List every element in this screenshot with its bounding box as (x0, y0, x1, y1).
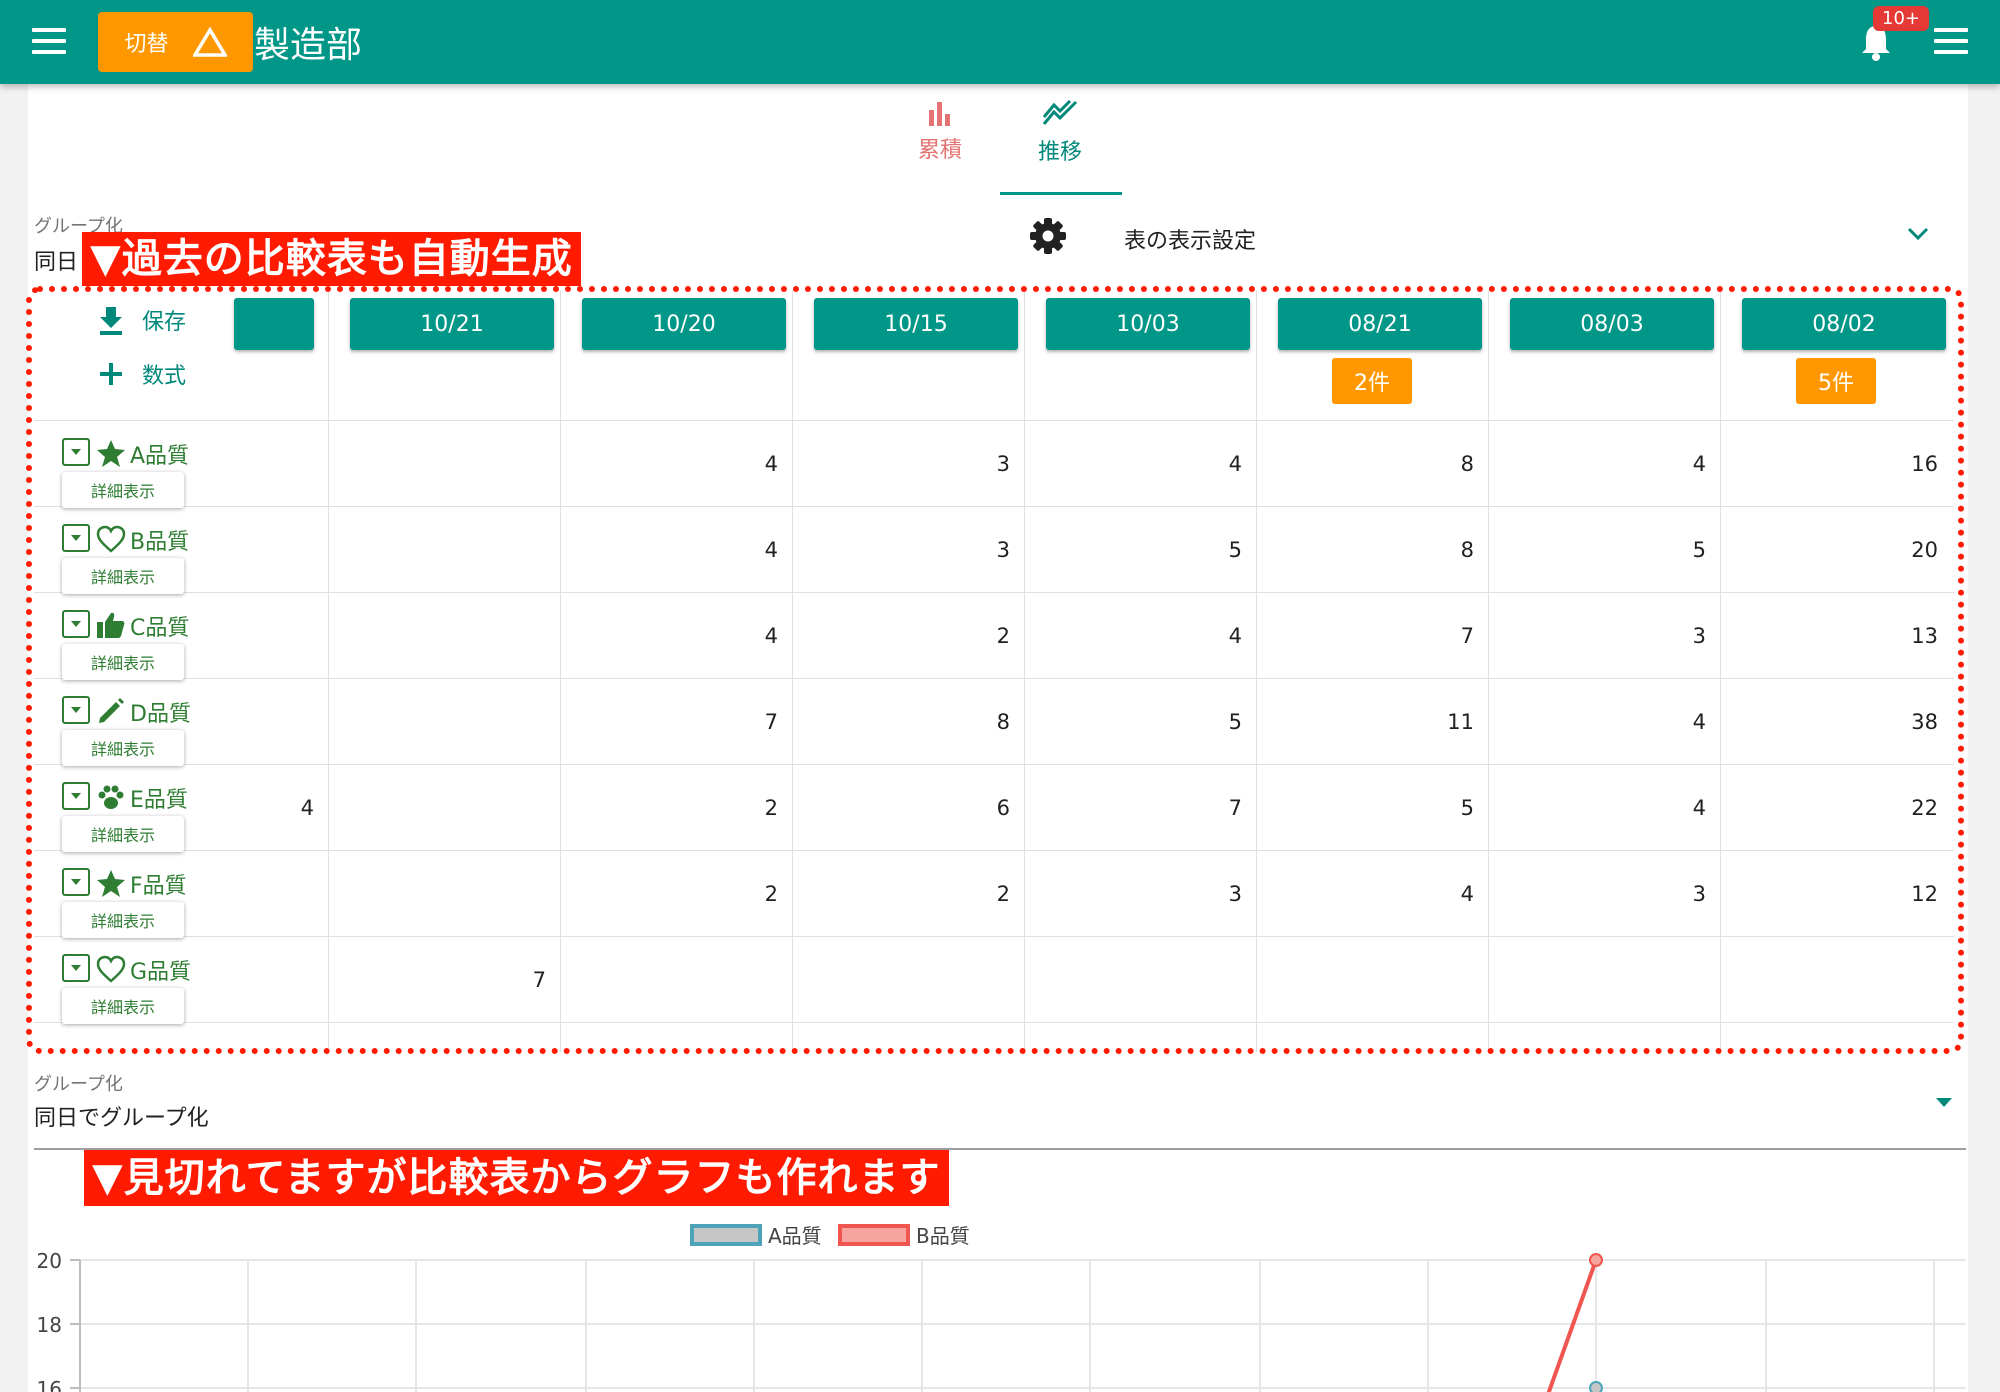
switch-label: 切替 (124, 32, 169, 57)
chevron-down-icon[interactable] (1906, 226, 1930, 242)
annotation-table: ▼過去の比較表も自動生成 (82, 232, 581, 286)
gear-icon[interactable] (1028, 216, 1068, 256)
series-b-point[interactable] (1589, 1253, 1603, 1267)
series-a-point[interactable] (1589, 1381, 1603, 1392)
annotation-chart: ▼見切れてますが比較表からグラフも作れます (84, 1150, 949, 1206)
grouping-label-bottom: グループ化 (34, 1074, 123, 1095)
series-b-line (1546, 1259, 1598, 1392)
trend-chart: 20 18 16 (37, 1249, 1966, 1392)
menu-icon[interactable] (32, 28, 66, 54)
tab-trend-label: 推移 (1037, 140, 1082, 165)
menu-icon-right[interactable] (1934, 28, 1968, 54)
tab-indicator (1000, 192, 1122, 195)
warning-triangle-icon (192, 27, 227, 57)
tab-cumulative[interactable]: 累積 (900, 100, 980, 164)
tab-cumulative-label: 累積 (917, 138, 962, 163)
grouping-select[interactable]: 同日でグループ化 (34, 1100, 209, 1132)
switch-button[interactable]: 切替 (98, 12, 253, 72)
trend-line-icon (1042, 99, 1078, 125)
department-title: 製造部 (254, 25, 363, 66)
table-settings-label[interactable]: 表の表示設定 (1124, 223, 1256, 255)
annotation-frame (26, 286, 1964, 1054)
dropdown-arrow-icon[interactable] (1936, 1098, 1952, 1107)
notification-badge: 10+ (1873, 6, 1929, 31)
tab-trend[interactable]: 推移 (1000, 99, 1120, 166)
grouping-value[interactable]: 同日 (34, 244, 78, 276)
y-tick-18: 18 (37, 1313, 62, 1337)
y-tick-16: 16 (37, 1377, 62, 1392)
bar-chart-icon (929, 102, 950, 126)
app-bar: 切替 製造部 10+ (0, 0, 2000, 84)
y-tick-20: 20 (37, 1249, 62, 1273)
